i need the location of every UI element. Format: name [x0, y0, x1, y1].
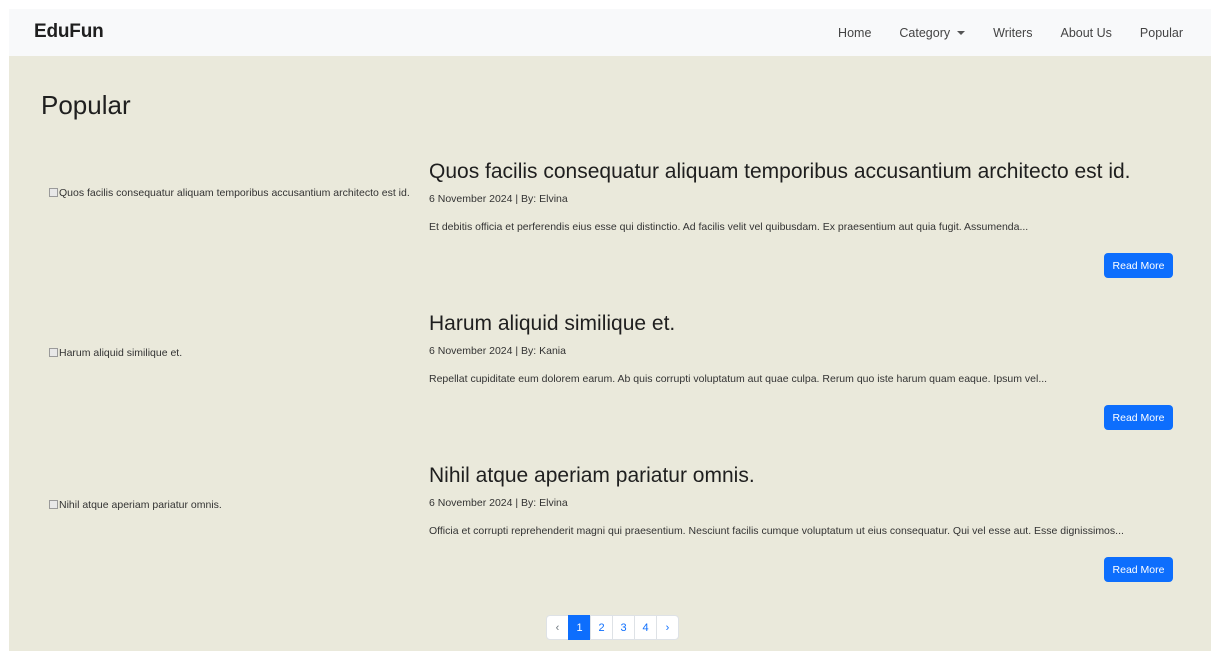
pagination-page-4[interactable]: 4 [634, 615, 657, 640]
broken-image-icon [49, 500, 58, 509]
read-more-button[interactable]: Read More [1104, 405, 1173, 430]
read-more-button[interactable]: Read More [1104, 557, 1173, 582]
navbar: EduFun Home Category Writers About Us Po… [9, 9, 1211, 56]
nav-writers[interactable]: Writers [979, 26, 1046, 40]
nav-links: Home Category Writers About Us Popular [824, 9, 1211, 56]
pagination: ‹ 1 2 3 4 › [546, 615, 679, 640]
article-image-alt: Nihil atque aperiam pariatur omnis. [59, 499, 222, 511]
article-image-alt: Quos facilis consequatur aliquam tempori… [59, 187, 410, 199]
pagination-prev[interactable]: ‹ [546, 615, 569, 640]
nav-about-us-label: About Us [1060, 25, 1112, 40]
article-image: Harum aliquid similique et. [49, 345, 417, 361]
article-card: Harum aliquid similique et. Harum aliqui… [9, 312, 1211, 442]
page-title: Popular [41, 90, 131, 120]
nav-popular[interactable]: Popular [1126, 26, 1211, 40]
pagination-page-2[interactable]: 2 [590, 615, 613, 640]
page-frame: EduFun Home Category Writers About Us Po… [9, 9, 1211, 651]
article-meta: 6 November 2024 | By: Kania [429, 345, 566, 357]
nav-about-us[interactable]: About Us [1046, 26, 1125, 40]
nav-home[interactable]: Home [824, 26, 885, 40]
pagination-page-3[interactable]: 3 [612, 615, 635, 640]
broken-image-icon [49, 188, 58, 197]
nav-popular-label: Popular [1139, 25, 1183, 40]
nav-writers-label: Writers [993, 25, 1033, 40]
article-card: Nihil atque aperiam pariatur omnis. Nihi… [9, 464, 1211, 594]
article-meta: 6 November 2024 | By: Elvina [429, 193, 568, 205]
nav-category-label: Category [899, 25, 951, 40]
article-title[interactable]: Nihil atque aperiam pariatur omnis. [429, 464, 755, 488]
article-card: Quos facilis consequatur aliquam tempori… [9, 160, 1211, 290]
article-meta: 6 November 2024 | By: Elvina [429, 497, 568, 509]
article-image: Nihil atque aperiam pariatur omnis. [49, 497, 417, 513]
pagination-next[interactable]: › [656, 615, 679, 640]
caret-down-icon [957, 30, 966, 35]
nav-category-dropdown[interactable]: Category [885, 26, 979, 40]
article-excerpt: Repellat cupiditate eum dolorem earum. A… [429, 373, 1048, 385]
article-title[interactable]: Harum aliquid similique et. [429, 312, 675, 336]
pagination-page-1[interactable]: 1 [568, 615, 591, 640]
broken-image-icon [49, 348, 58, 357]
article-title[interactable]: Quos facilis consequatur aliquam tempori… [429, 160, 1131, 184]
read-more-button[interactable]: Read More [1104, 253, 1173, 278]
article-excerpt: Et debitis officia et perferendis eius e… [429, 221, 1029, 233]
brand-logo[interactable]: EduFun [34, 21, 104, 43]
article-image: Quos facilis consequatur aliquam tempori… [49, 185, 417, 201]
article-image-alt: Harum aliquid similique et. [59, 347, 183, 359]
nav-home-label: Home [838, 25, 872, 40]
article-excerpt: Officia et corrupti reprehenderit magni … [429, 525, 1124, 537]
